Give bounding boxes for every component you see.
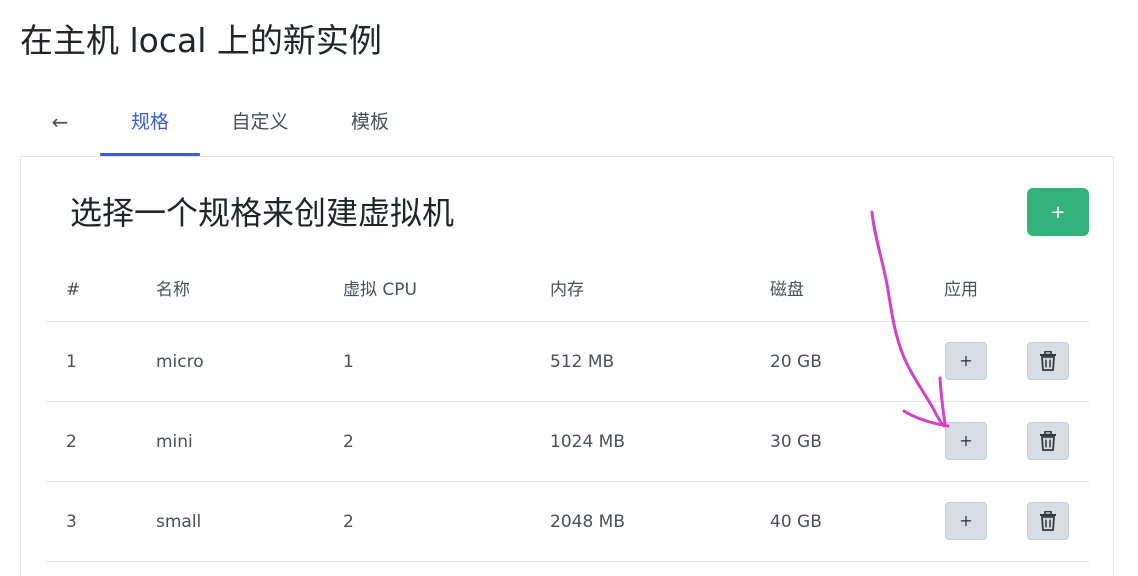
tab-bar: ← 规格 自定义 模板 — [20, 96, 1020, 156]
flavor-table: # 名称 虚拟 CPU 内存 磁盘 应用 1 micro 1 512 MB 20… — [46, 265, 1089, 562]
trash-icon — [1040, 510, 1056, 531]
header-apply: 应用 — [944, 280, 978, 300]
row-memory: 2048 MB — [550, 512, 625, 532]
apply-flavor-button[interactable]: + — [945, 502, 987, 540]
page-title: 在主机 local 上的新实例 — [20, 21, 382, 60]
tab-custom-label: 自定义 — [231, 111, 289, 133]
tab-flavors[interactable]: 规格 — [100, 96, 200, 156]
flavor-card: 选择一个规格来创建虚拟机 + # 名称 虚拟 CPU 内存 磁盘 应用 1 mi… — [20, 156, 1114, 576]
tab-flavors-label: 规格 — [130, 111, 169, 133]
table-header-row: # 名称 虚拟 CPU 内存 磁盘 应用 — [46, 265, 1089, 322]
header-index: # — [66, 280, 81, 300]
tab-templates[interactable]: 模板 — [320, 96, 420, 154]
trash-icon — [1040, 430, 1056, 451]
table-row: 1 micro 1 512 MB 20 GB + — [46, 322, 1089, 402]
row-name: mini — [156, 432, 193, 452]
tab-templates-label: 模板 — [350, 111, 389, 133]
row-disk: 20 GB — [770, 352, 822, 372]
card-title: 选择一个规格来创建虚拟机 — [70, 194, 455, 232]
row-memory: 1024 MB — [550, 432, 625, 452]
row-vcpu: 1 — [343, 352, 354, 372]
header-disk: 磁盘 — [770, 280, 804, 300]
trash-icon — [1040, 350, 1056, 371]
tab-custom[interactable]: 自定义 — [210, 96, 310, 154]
header-vcpu: 虚拟 CPU — [343, 280, 417, 300]
delete-flavor-button[interactable] — [1027, 342, 1069, 380]
row-vcpu: 2 — [343, 432, 354, 452]
row-vcpu: 2 — [343, 512, 354, 532]
apply-flavor-button[interactable]: + — [945, 342, 987, 380]
row-index: 1 — [66, 352, 77, 372]
row-name: small — [156, 512, 202, 532]
apply-flavor-button[interactable]: + — [945, 422, 987, 460]
back-arrow-icon[interactable]: ← — [40, 96, 80, 154]
header-memory: 内存 — [550, 280, 584, 300]
row-disk: 40 GB — [770, 512, 822, 532]
row-memory: 512 MB — [550, 352, 615, 372]
row-index: 3 — [66, 512, 77, 532]
header-name: 名称 — [156, 280, 190, 300]
row-disk: 30 GB — [770, 432, 822, 452]
delete-flavor-button[interactable] — [1027, 422, 1069, 460]
delete-flavor-button[interactable] — [1027, 502, 1069, 540]
table-row: 3 small 2 2048 MB 40 GB + — [46, 482, 1089, 562]
table-row: 2 mini 2 1024 MB 30 GB + — [46, 402, 1089, 482]
row-index: 2 — [66, 432, 77, 452]
row-name: micro — [156, 352, 204, 372]
add-flavor-button[interactable]: + — [1027, 188, 1089, 236]
